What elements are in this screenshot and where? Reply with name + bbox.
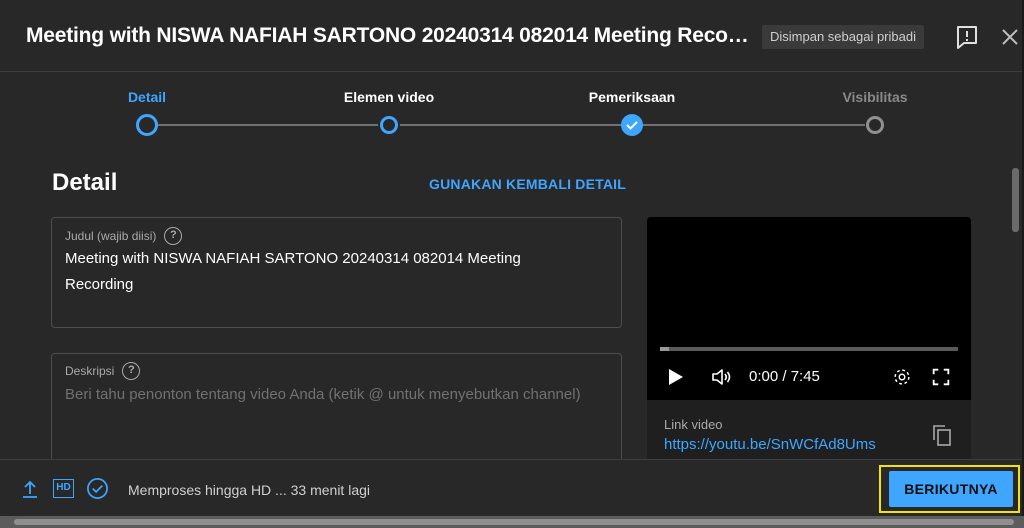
video-progress-bar[interactable] [660,347,958,351]
description-input[interactable]: Beri tahu penonton tentang video Anda (k… [65,382,581,408]
stepper-line-2 [400,124,621,126]
help-icon[interactable]: ? [164,227,183,245]
upload-dialog: Meeting with NISWA NAFIAH SARTONO 202403… [0,0,1022,516]
check-icon [626,121,638,130]
content-scrollbar-thumb[interactable] [1012,168,1019,232]
video-player[interactable]: 0:00 / 7:45 [647,217,971,400]
step-label-visibility[interactable]: Visibilitas [795,89,955,105]
reuse-details-button[interactable]: GUNAKAN KEMBALI DETAIL [429,176,626,192]
dialog-header: Meeting with NISWA NAFIAH SARTONO 202403… [0,0,1022,72]
stepper-line-1 [157,124,378,126]
settings-gear-icon[interactable] [891,366,913,388]
help-icon[interactable]: ? [122,362,141,380]
title-field-label-text: Judul (wajib diisi) [65,229,157,243]
video-preview: 0:00 / 7:45 Link video https://youtu.be/… [647,217,971,462]
step-label-checks[interactable]: Pemeriksaan [552,89,712,105]
dialog-title: Meeting with NISWA NAFIAH SARTONO 202403… [26,24,750,47]
video-link-label: Link video [664,417,723,432]
step-dot-checks[interactable] [621,114,643,136]
upload-stepper: Detail Elemen video Pemeriksaan Visibili… [0,73,1022,143]
video-progress-fill [660,347,669,351]
video-time: 0:00 / 7:45 [749,368,820,385]
dialog-footer: HD Memproses hingga HD ... 33 menit lagi… [0,459,1022,516]
next-button[interactable]: BERIKUTNYA [889,471,1013,507]
page-horizontal-scrollbar-thumb[interactable] [14,519,1014,525]
title-input[interactable]: Meeting with NISWA NAFIAH SARTONO 202403… [65,246,581,298]
check-circle-icon[interactable] [86,477,109,500]
description-field-label-text: Deskripsi [65,364,115,378]
title-field-label: Judul (wajib diisi) ? [65,227,183,245]
step-label-video-elements[interactable]: Elemen video [309,89,469,105]
description-field-label: Deskripsi ? [65,362,141,380]
copy-icon[interactable] [931,423,953,447]
close-icon[interactable] [998,25,1022,49]
processing-status: Memproses hingga HD ... 33 menit lagi [128,482,370,498]
private-status-badge: Disimpan sebagai pribadi [762,25,924,49]
step-dot-detail[interactable] [136,114,158,136]
video-link-url[interactable]: https://youtu.be/SnWCfAd8Ums [664,436,876,453]
step-dot-visibility[interactable] [866,116,884,134]
stepper-line-3 [643,124,865,126]
description-field[interactable]: Deskripsi ? Beri tahu penonton tentang v… [51,353,622,463]
title-field[interactable]: Judul (wajib diisi) ? Meeting with NISWA… [51,217,622,328]
feedback-icon[interactable] [954,24,980,50]
play-icon[interactable] [663,365,687,389]
upload-icon[interactable] [20,479,40,499]
hd-badge-text: HD [56,482,71,493]
step-label-detail[interactable]: Detail [67,89,227,105]
section-title: Detail [52,169,118,196]
step-dot-video-elements[interactable] [380,116,398,134]
volume-icon[interactable] [709,365,733,389]
hd-icon[interactable]: HD [53,479,74,498]
fullscreen-icon[interactable] [930,366,952,388]
